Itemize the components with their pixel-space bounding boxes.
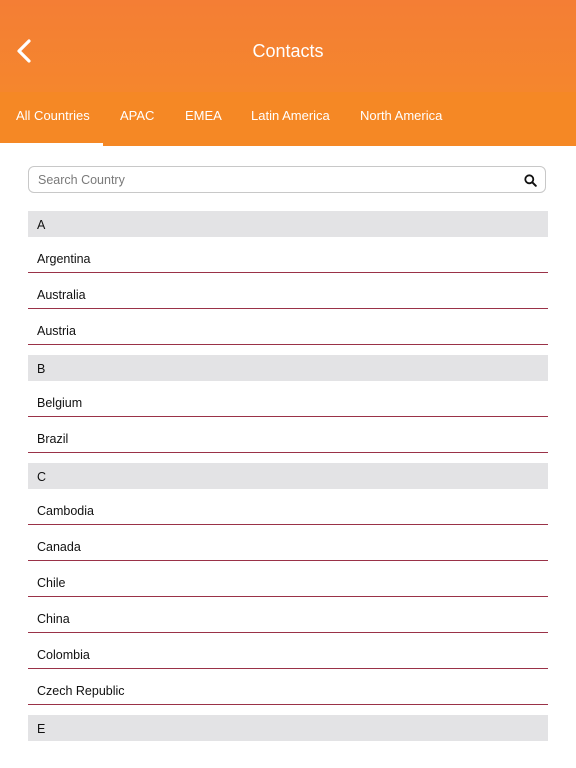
country-row[interactable]: Argentina — [28, 237, 548, 273]
header-bar: Contacts — [0, 0, 576, 92]
search-icon[interactable] — [524, 174, 537, 187]
region-tabs: All Countries APAC EMEA Latin America No… — [0, 92, 576, 146]
section-header-c: C — [28, 463, 548, 489]
country-list: A Argentina Australia Austria B Belgium Brazil… — [28, 211, 548, 741]
tab-north-america[interactable]: North America — [360, 92, 442, 146]
search-bar — [28, 166, 546, 193]
country-row[interactable]: Canada — [28, 525, 548, 561]
section-header-e: E — [28, 715, 548, 741]
search-input[interactable] — [38, 170, 508, 190]
country-row[interactable]: China — [28, 597, 548, 633]
country-row[interactable]: Czech Republic — [28, 669, 548, 705]
section-header-b: B — [28, 355, 548, 381]
selected-tab-indicator — [0, 143, 103, 146]
country-row[interactable]: Cambodia — [28, 489, 548, 525]
country-row[interactable]: Australia — [28, 273, 548, 309]
country-row[interactable]: Chile — [28, 561, 548, 597]
section-header-a: A — [28, 211, 548, 237]
tab-all-countries[interactable]: All Countries — [16, 92, 90, 146]
country-row[interactable]: Belgium — [28, 381, 548, 417]
country-row[interactable]: Brazil — [28, 417, 548, 453]
page-title: Contacts — [252, 41, 324, 61]
tab-latin-america[interactable]: Latin America — [251, 92, 330, 146]
tab-emea[interactable]: EMEA — [185, 92, 222, 146]
contacts-screen: Contacts All Countries APAC EMEA Latin A… — [0, 0, 576, 768]
country-row[interactable]: Colombia — [28, 633, 548, 669]
country-row[interactable]: Austria — [28, 309, 548, 345]
tab-apac[interactable]: APAC — [120, 92, 154, 146]
